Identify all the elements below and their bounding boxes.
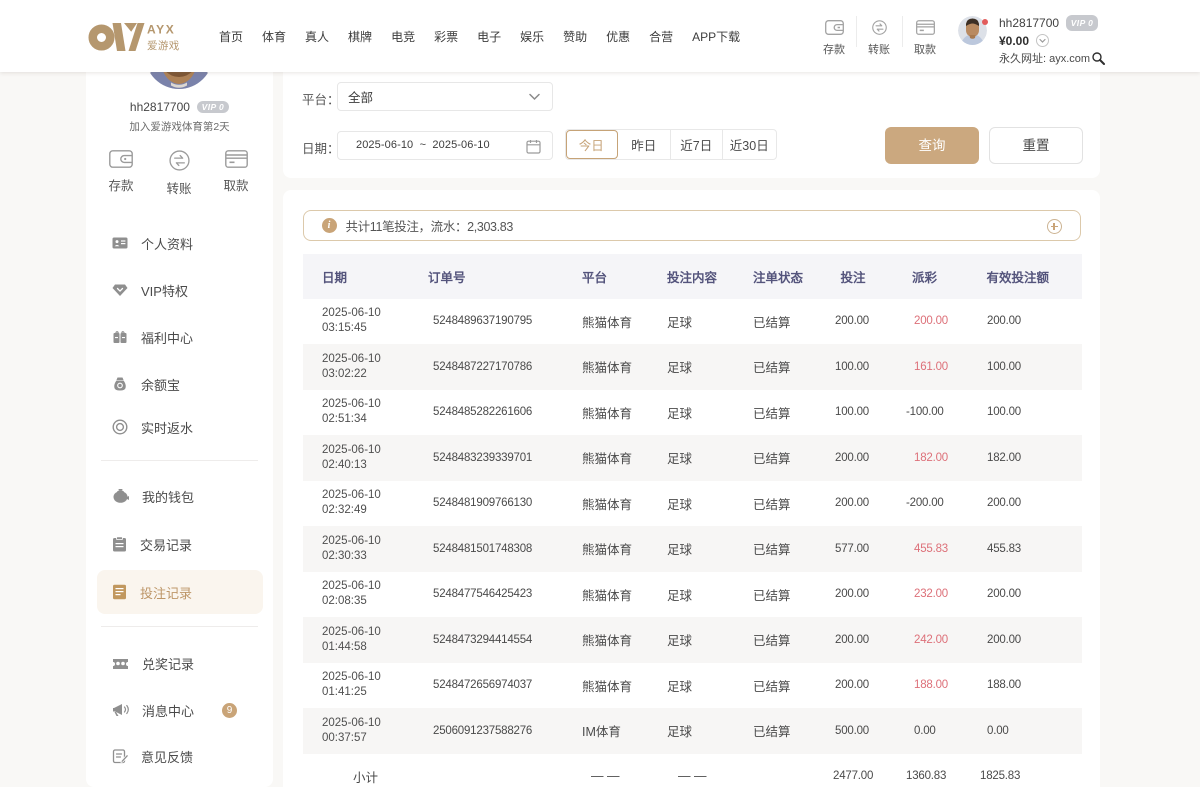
svg-text:爱游戏: 爱游戏 [147,39,180,52]
svg-text:AYX: AYX [147,23,175,37]
